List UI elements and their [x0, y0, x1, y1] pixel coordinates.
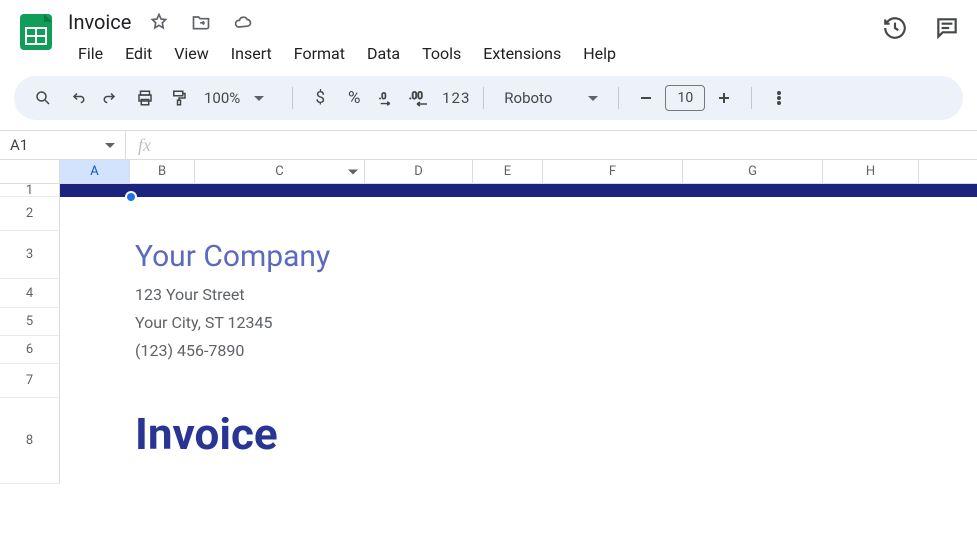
increase-decimal-icon[interactable]: .00 — [407, 83, 437, 113]
column-header-G[interactable]: G — [683, 160, 823, 183]
column-header-F[interactable]: F — [543, 160, 683, 183]
formula-bar: A1 fx — [0, 130, 977, 160]
row-header-7[interactable]: 7 — [0, 364, 59, 398]
row-header-2[interactable]: 2 — [0, 197, 59, 231]
column-header-E[interactable]: E — [473, 160, 543, 183]
row-header-8[interactable]: 8 — [0, 398, 59, 484]
separator — [292, 87, 293, 109]
menu-bar: File Edit View Insert Format Data Tools … — [68, 38, 626, 68]
separator — [483, 87, 484, 109]
column-header-C[interactable]: C — [195, 160, 365, 183]
menu-format[interactable]: Format — [284, 40, 355, 67]
company-name: Your Company — [135, 239, 330, 274]
company-phone: (123) 456-7890 — [135, 341, 244, 360]
column-header-D[interactable]: D — [365, 160, 473, 183]
decrease-fontsize-icon[interactable] — [631, 83, 661, 113]
separator — [751, 87, 752, 109]
move-folder-icon[interactable] — [187, 8, 215, 36]
row-header-1[interactable]: 1 — [0, 184, 59, 197]
menu-insert[interactable]: Insert — [221, 40, 282, 67]
comments-icon[interactable] — [933, 14, 961, 42]
doc-bar: Invoice File Edit View Insert Format Dat… — [0, 0, 977, 68]
column-header-A[interactable]: A — [60, 160, 130, 183]
column-header-B[interactable]: B — [130, 160, 195, 183]
font-name: Roboto — [504, 89, 552, 107]
search-icon[interactable] — [28, 83, 58, 113]
decrease-decimal-icon[interactable]: .0 — [373, 83, 403, 113]
name-box[interactable]: A1 — [0, 131, 126, 159]
spreadsheet-grid: ABCDEFGH 12345678 Your Company 123 Your … — [0, 160, 977, 484]
chevron-down-icon — [105, 143, 115, 148]
selection-handle-icon[interactable] — [125, 191, 137, 203]
row-header-3[interactable]: 3 — [0, 231, 59, 279]
zoom-dropdown-icon[interactable] — [244, 83, 274, 113]
company-street: 123 Your Street — [135, 285, 245, 304]
menu-extensions[interactable]: Extensions — [473, 40, 571, 67]
zoom-level[interactable]: 100% — [204, 89, 240, 107]
header-band — [60, 184, 977, 197]
increase-fontsize-icon[interactable] — [709, 83, 739, 113]
row-header-5[interactable]: 5 — [0, 308, 59, 336]
row-header-4[interactable]: 4 — [0, 279, 59, 308]
fx-icon: fx — [126, 135, 163, 156]
cells-area[interactable]: Your Company 123 Your Street Your City, … — [60, 184, 977, 484]
print-icon[interactable] — [130, 83, 160, 113]
menu-edit[interactable]: Edit — [115, 40, 162, 67]
redo-icon[interactable] — [96, 83, 126, 113]
column-header-H[interactable]: H — [823, 160, 919, 183]
sheets-logo-icon[interactable] — [16, 12, 56, 52]
separator — [618, 87, 619, 109]
more-formats-button[interactable]: 123 — [441, 83, 471, 113]
invoice-heading: Invoice — [135, 408, 278, 460]
menu-tools[interactable]: Tools — [412, 40, 471, 67]
paint-format-icon[interactable] — [164, 83, 194, 113]
history-icon[interactable] — [881, 14, 909, 42]
menu-view[interactable]: View — [164, 40, 219, 67]
font-size-input[interactable]: 10 — [665, 85, 705, 111]
svg-text:.00: .00 — [409, 91, 423, 102]
more-toolbar-icon[interactable] — [764, 83, 794, 113]
font-selector[interactable]: Roboto — [496, 89, 606, 107]
format-currency-button[interactable]: $ — [305, 83, 335, 113]
star-icon[interactable] — [145, 8, 173, 36]
svg-text:.0: .0 — [379, 92, 387, 102]
menu-file[interactable]: File — [68, 40, 113, 67]
name-box-value: A1 — [10, 136, 105, 154]
column-dropdown-icon[interactable] — [348, 169, 358, 174]
menu-help[interactable]: Help — [573, 40, 626, 67]
doc-title[interactable]: Invoice — [68, 10, 131, 34]
menu-data[interactable]: Data — [357, 40, 410, 67]
row-header-6[interactable]: 6 — [0, 336, 59, 364]
toolbar: 100% $ % .0 .00 123 Roboto 10 — [14, 76, 963, 120]
select-all-corner[interactable] — [0, 160, 60, 183]
cloud-status-icon[interactable] — [229, 8, 257, 36]
chevron-down-icon — [588, 96, 598, 101]
undo-icon[interactable] — [62, 83, 92, 113]
company-city: Your City, ST 12345 — [135, 313, 273, 332]
format-percent-button[interactable]: % — [339, 83, 369, 113]
